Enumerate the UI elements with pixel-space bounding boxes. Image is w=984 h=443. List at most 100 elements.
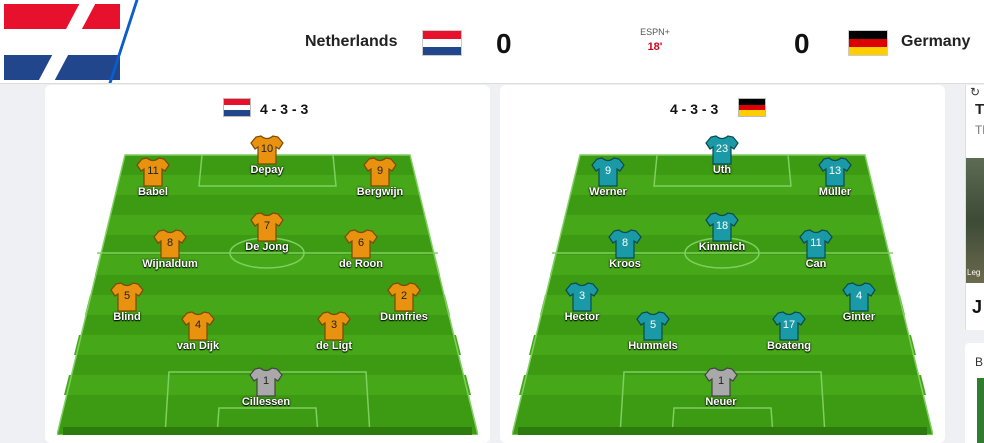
jersey-number: 17 bbox=[782, 319, 796, 331]
player-name: Depay bbox=[250, 164, 284, 176]
home-team-name[interactable]: Netherlands bbox=[305, 33, 397, 51]
jersey-icon: 17 bbox=[772, 311, 806, 341]
match-clock: 18' bbox=[647, 41, 663, 53]
side-news-letter: J bbox=[972, 297, 983, 317]
jersey-number: 4 bbox=[194, 319, 202, 331]
side-promo-image bbox=[977, 378, 984, 443]
side-promo-card[interactable]: B bbox=[965, 343, 984, 443]
jersey-number: 3 bbox=[578, 290, 586, 302]
player-boateng[interactable]: 17 Boateng bbox=[744, 311, 834, 352]
player-uth[interactable]: 23 Uth bbox=[677, 135, 767, 176]
jersey-number: 23 bbox=[715, 143, 729, 155]
jersey-number: 4 bbox=[855, 290, 863, 302]
refresh-icon[interactable]: ↻ bbox=[970, 85, 980, 99]
player-neuer[interactable]: 1 Neuer bbox=[676, 367, 766, 408]
jersey-icon: 13 bbox=[818, 157, 852, 187]
player-de-jong[interactable]: 7 De Jong bbox=[222, 212, 312, 253]
player-bergwijn[interactable]: 9 Bergwijn bbox=[335, 157, 425, 198]
jersey-number: 18 bbox=[715, 220, 729, 232]
jersey-icon: 9 bbox=[591, 157, 625, 187]
player-name: Hummels bbox=[628, 340, 678, 352]
player-name: Cillessen bbox=[241, 396, 291, 408]
player-van-dijk[interactable]: 4 van Dijk bbox=[153, 311, 243, 352]
player-name: Müller bbox=[818, 186, 852, 198]
player-can[interactable]: 11 Can bbox=[771, 229, 861, 270]
player-name: Can bbox=[805, 258, 827, 270]
player-name: Babel bbox=[138, 186, 168, 198]
jersey-number: 8 bbox=[166, 237, 174, 249]
jersey-number: 13 bbox=[828, 165, 842, 177]
player-babel[interactable]: 11 Babel bbox=[108, 157, 198, 198]
player-depay[interactable]: 10 Depay bbox=[222, 135, 312, 176]
jersey-icon: 1 bbox=[249, 367, 283, 397]
jersey-number: 1 bbox=[262, 375, 270, 387]
jersey-icon: 18 bbox=[705, 212, 739, 242]
jersey-number: 6 bbox=[357, 237, 365, 249]
germany-flag-icon bbox=[848, 30, 888, 56]
player-name: De Jong bbox=[245, 241, 289, 253]
jersey-icon: 3 bbox=[317, 311, 351, 341]
side-news-caption: Leg bbox=[967, 268, 981, 277]
jersey-number: 11 bbox=[147, 165, 159, 177]
germany-flag-icon bbox=[738, 98, 766, 117]
player-de-ligt[interactable]: 3 de Ligt bbox=[289, 311, 379, 352]
jersey-icon: 23 bbox=[705, 135, 739, 165]
jersey-number: 5 bbox=[649, 319, 657, 331]
side-news-image[interactable] bbox=[966, 158, 984, 283]
home-lineup-card: 4 - 3 - 3 10 Depay 11 Babel 9 Bergwijn 7… bbox=[45, 85, 490, 443]
side-news-card[interactable]: ↻ T Th Leg J bbox=[965, 85, 984, 330]
player-hummels[interactable]: 5 Hummels bbox=[608, 311, 698, 352]
jersey-icon: 4 bbox=[181, 311, 215, 341]
jersey-icon: 5 bbox=[110, 282, 144, 312]
player-name: van Dijk bbox=[176, 340, 220, 352]
player-wijnaldum[interactable]: 8 Wijnaldum bbox=[125, 229, 215, 270]
player-de-roon[interactable]: 6 de Roon bbox=[316, 229, 406, 270]
jersey-number: 9 bbox=[604, 165, 612, 177]
jersey-icon: 4 bbox=[842, 282, 876, 312]
side-news-title: T bbox=[975, 101, 984, 118]
jersey-number: 1 bbox=[717, 375, 725, 387]
jersey-number: 3 bbox=[330, 319, 338, 331]
player-name: Kroos bbox=[609, 258, 641, 270]
away-lineup-card: 4 - 3 - 3 23 Uth 9 Werner 13 Müller 18 K… bbox=[500, 85, 945, 443]
away-team-name[interactable]: Germany bbox=[901, 33, 970, 51]
jersey-icon: 11 bbox=[136, 157, 170, 187]
player-name: Werner bbox=[589, 186, 627, 198]
netherlands-flag-logo bbox=[4, 4, 120, 80]
jersey-icon: 1 bbox=[704, 367, 738, 397]
player-name: Boateng bbox=[767, 340, 811, 352]
jersey-number: 5 bbox=[123, 290, 131, 302]
side-news-subtitle: Th bbox=[975, 123, 984, 137]
away-score: 0 bbox=[794, 28, 810, 59]
jersey-icon: 10 bbox=[250, 135, 284, 165]
jersey-number: 8 bbox=[621, 237, 629, 249]
player-cillessen[interactable]: 1 Cillessen bbox=[221, 367, 311, 408]
jersey-icon: 8 bbox=[153, 229, 187, 259]
netherlands-flag-icon bbox=[422, 30, 462, 56]
player-name: de Roon bbox=[339, 258, 383, 270]
jersey-icon: 11 bbox=[799, 229, 833, 259]
jersey-icon: 6 bbox=[344, 229, 378, 259]
player-name: Uth bbox=[712, 164, 732, 176]
broadcast-network: ESPN+ bbox=[640, 27, 670, 37]
home-score: 0 bbox=[496, 28, 512, 59]
away-formation: 4 - 3 - 3 bbox=[670, 101, 719, 117]
jersey-number: 11 bbox=[810, 237, 822, 249]
player-name: Neuer bbox=[705, 396, 737, 408]
player-muller[interactable]: 13 Müller bbox=[790, 157, 880, 198]
player-name: Wijnaldum bbox=[142, 258, 198, 270]
player-kimmich[interactable]: 18 Kimmich bbox=[677, 212, 767, 253]
player-werner[interactable]: 9 Werner bbox=[563, 157, 653, 198]
jersey-number: 9 bbox=[376, 165, 384, 177]
netherlands-flag-icon bbox=[223, 98, 251, 117]
jersey-number: 7 bbox=[263, 220, 271, 232]
home-formation: 4 - 3 - 3 bbox=[260, 101, 309, 117]
jersey-icon: 3 bbox=[565, 282, 599, 312]
jersey-icon: 5 bbox=[636, 311, 670, 341]
player-kroos[interactable]: 8 Kroos bbox=[580, 229, 670, 270]
player-name: Bergwijn bbox=[356, 186, 404, 198]
jersey-icon: 7 bbox=[250, 212, 284, 242]
jersey-icon: 9 bbox=[363, 157, 397, 187]
jersey-number: 10 bbox=[260, 143, 274, 155]
jersey-icon: 2 bbox=[387, 282, 421, 312]
